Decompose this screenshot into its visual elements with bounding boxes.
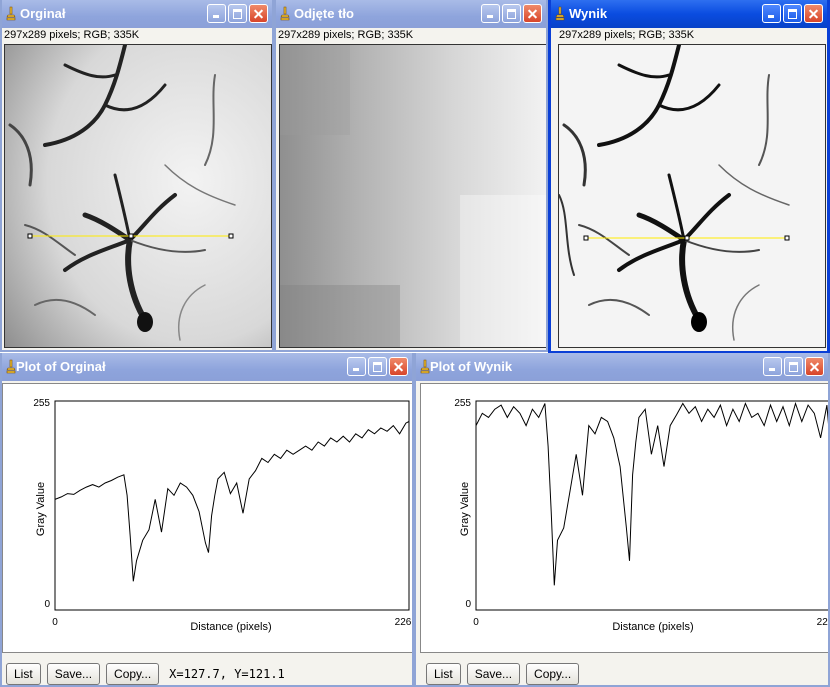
window-title: Plot of Wynik bbox=[430, 359, 513, 374]
plot-area[interactable]: 255 0 0 226 Distance (pixels) Gray Value bbox=[2, 383, 412, 653]
maximize-button[interactable] bbox=[228, 4, 247, 23]
x-min-label: 0 bbox=[473, 617, 479, 628]
series-layer bbox=[54, 421, 410, 582]
image-canvas-original[interactable] bbox=[4, 44, 272, 348]
microscope-icon bbox=[280, 6, 290, 21]
minimize-button[interactable] bbox=[481, 4, 500, 23]
image-info: 297x289 pixels; RGB; 335K bbox=[278, 29, 414, 41]
x-min-label: 0 bbox=[52, 617, 58, 628]
minimize-button[interactable] bbox=[763, 357, 782, 376]
profile-plot-result: 255 0 0 226 Distance (pixels) Gray Value bbox=[454, 398, 830, 633]
window-result[interactable]: Wynik 297x289 pixels; RGB; 335K bbox=[548, 0, 830, 354]
x-axis-label: Distance (pixels) bbox=[612, 621, 693, 633]
close-button[interactable] bbox=[249, 4, 268, 23]
close-button[interactable] bbox=[523, 4, 542, 23]
y-axis-label: Gray Value bbox=[35, 482, 47, 536]
close-button[interactable] bbox=[804, 4, 823, 23]
profile-line bbox=[475, 401, 828, 586]
image-info: 297x289 pixels; RGB; 335K bbox=[4, 29, 140, 41]
image-canvas-result[interactable] bbox=[558, 44, 826, 348]
x-max-label: 226 bbox=[817, 617, 830, 628]
profile-line bbox=[54, 421, 410, 582]
series-layer bbox=[475, 401, 828, 586]
save-button[interactable]: Save... bbox=[466, 663, 521, 685]
y-min-label: 0 bbox=[44, 599, 50, 610]
plot-area[interactable]: 255 0 0 226 Distance (pixels) Gray Value bbox=[420, 383, 830, 653]
window-title: Odjęte tło bbox=[294, 6, 354, 21]
list-button[interactable]: List bbox=[6, 663, 41, 685]
neuron-image bbox=[5, 45, 271, 347]
titlebar-plot-original[interactable]: Plot of Orginał bbox=[2, 353, 412, 381]
minimize-button[interactable] bbox=[347, 357, 366, 376]
image-info: 297x289 pixels; RGB; 335K bbox=[559, 29, 695, 41]
y-max-label: 255 bbox=[454, 398, 471, 409]
titlebar-background[interactable]: Odjęte tło bbox=[276, 0, 546, 28]
copy-button[interactable]: Copy... bbox=[526, 663, 580, 685]
minimize-button[interactable] bbox=[762, 4, 781, 23]
close-button[interactable] bbox=[389, 357, 408, 376]
maximize-button[interactable] bbox=[502, 4, 521, 23]
titlebar-plot-result[interactable]: Plot of Wynik bbox=[416, 353, 828, 381]
window-background[interactable]: Odjęte tło 297x289 pixels; RGB; 335K bbox=[274, 0, 548, 352]
window-original[interactable]: Orginał 297x289 pixels; RGB; 335K bbox=[0, 0, 274, 352]
background-image bbox=[280, 45, 546, 347]
save-button[interactable]: Save... bbox=[46, 663, 101, 685]
list-button[interactable]: List bbox=[426, 663, 461, 685]
window-title: Plot of Orginał bbox=[16, 359, 106, 374]
window-title: Wynik bbox=[569, 6, 608, 21]
cursor-coordinates: X=127.7, Y=121.1 bbox=[169, 667, 285, 681]
x-axis-label: Distance (pixels) bbox=[190, 621, 271, 633]
profile-plot-original: 255 0 0 226 Distance (pixels) Gray Value bbox=[33, 398, 412, 633]
minimize-button[interactable] bbox=[207, 4, 226, 23]
window-title: Orginał bbox=[20, 6, 66, 21]
y-max-label: 255 bbox=[33, 398, 50, 409]
titlebar-result[interactable]: Wynik bbox=[551, 0, 827, 28]
neuron-image bbox=[559, 45, 825, 347]
window-plot-original[interactable]: Plot of Orginał 255 0 0 226 Distance (pi… bbox=[0, 353, 414, 687]
maximize-button[interactable] bbox=[784, 357, 803, 376]
titlebar-original[interactable]: Orginał bbox=[2, 0, 272, 28]
microscope-icon bbox=[555, 6, 565, 21]
copy-button[interactable]: Copy... bbox=[106, 663, 160, 685]
plot-frame bbox=[54, 400, 410, 611]
x-max-label: 226 bbox=[395, 617, 412, 628]
y-min-label: 0 bbox=[465, 599, 471, 610]
maximize-button[interactable] bbox=[783, 4, 802, 23]
maximize-button[interactable] bbox=[368, 357, 387, 376]
image-canvas-background[interactable] bbox=[279, 44, 546, 348]
window-plot-result[interactable]: Plot of Wynik 255 0 0 226 Distance (pixe… bbox=[414, 353, 830, 687]
y-axis-label: Gray Value bbox=[459, 482, 471, 536]
close-button[interactable] bbox=[805, 357, 824, 376]
plot-frame bbox=[475, 400, 828, 611]
microscope-icon bbox=[6, 6, 16, 21]
